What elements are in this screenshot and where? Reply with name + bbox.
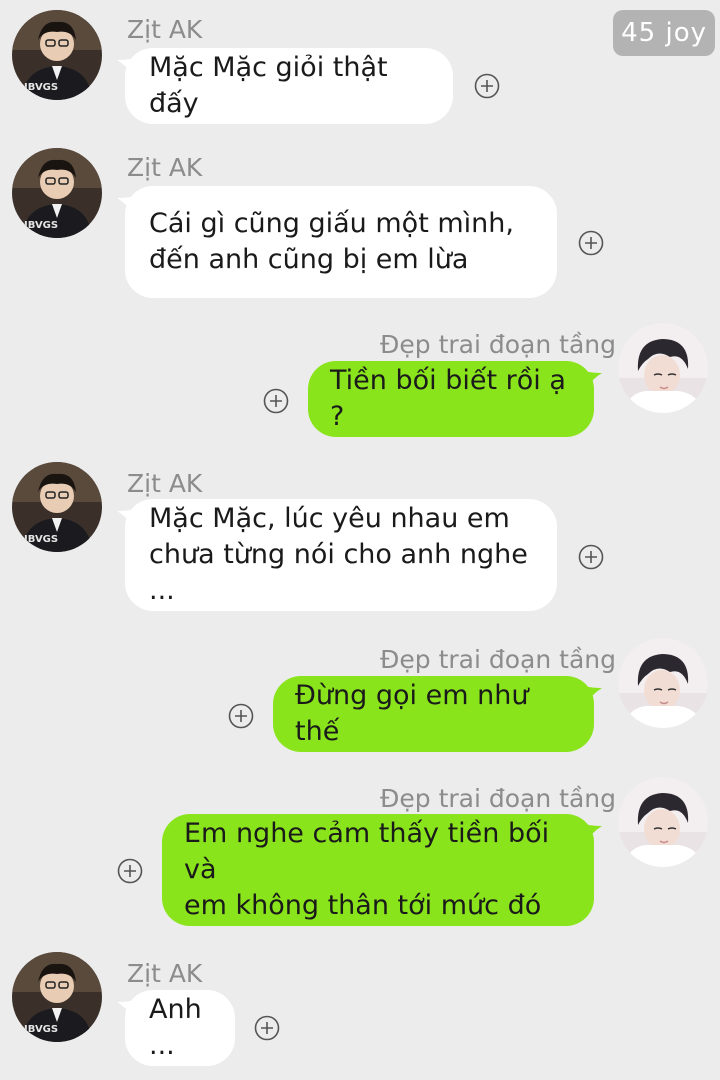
svg-text:IBVGS: IBVGS <box>24 1024 58 1035</box>
sender-avatar[interactable]: IBVGS <box>12 10 102 100</box>
message-text: Tiền bối biết rồi ạ ? <box>330 365 566 432</box>
incoming-message-bubble[interactable]: Mặc Mặc giỏi thật đấy <box>117 48 453 124</box>
bubble-tail <box>117 196 135 216</box>
add-reaction-icon[interactable] <box>117 858 143 884</box>
outgoing-message-bubble[interactable]: Em nghe cảm thấy tiền bối và em không th… <box>162 814 602 926</box>
message-text: Anh ... <box>149 994 202 1061</box>
add-reaction-icon[interactable] <box>578 544 604 570</box>
add-reaction-icon[interactable] <box>228 703 254 729</box>
outgoing-message-bubble[interactable]: Tiền bối biết rồi ạ ? <box>308 361 602 437</box>
sender-name: Zịt AK <box>127 153 203 182</box>
svg-text:IBVGS: IBVGS <box>24 534 58 545</box>
sender-avatar[interactable]: IBVGS <box>12 148 102 238</box>
incoming-message-bubble[interactable]: Anh ... <box>117 990 235 1066</box>
own-avatar[interactable] <box>618 323 708 413</box>
sender-name: Zịt AK <box>127 15 203 44</box>
message-text: Đừng gọi em như thế <box>295 680 529 747</box>
bubble-tail <box>584 371 602 391</box>
add-reaction-icon[interactable] <box>578 230 604 256</box>
sender-name: Zịt AK <box>127 959 203 988</box>
sender-name: Đẹp trai đoạn tầng <box>380 784 616 813</box>
sender-name: Zịt AK <box>127 469 203 498</box>
bubble-tail <box>117 58 135 78</box>
bubble-tail <box>117 509 135 529</box>
sender-name: Đẹp trai đoạn tầng <box>380 330 616 359</box>
message-text: Em nghe cảm thấy tiền bối và em không th… <box>184 818 550 921</box>
own-avatar[interactable] <box>618 638 708 728</box>
message-text: Mặc Mặc giỏi thật đấy <box>149 52 388 119</box>
add-reaction-icon[interactable] <box>474 73 500 99</box>
sender-name: Đẹp trai đoạn tầng <box>380 645 616 674</box>
sender-avatar[interactable]: IBVGS <box>12 462 102 552</box>
sender-avatar[interactable]: IBVGS <box>12 952 102 1042</box>
watermark-badge: 45 joy <box>613 10 715 56</box>
outgoing-message-bubble[interactable]: Đừng gọi em như thế <box>273 676 602 752</box>
message-text: Mặc Mặc, lúc yêu nhau em chưa từng nói c… <box>149 503 528 606</box>
message-text: Cái gì cũng giấu một mình, đến anh cũng … <box>149 208 514 275</box>
add-reaction-icon[interactable] <box>263 388 289 414</box>
bubble-tail <box>584 824 602 844</box>
incoming-message-bubble[interactable]: Cái gì cũng giấu một mình, đến anh cũng … <box>117 186 557 298</box>
own-avatar[interactable] <box>618 777 708 867</box>
svg-text:IBVGS: IBVGS <box>24 82 58 93</box>
add-reaction-icon[interactable] <box>254 1015 280 1041</box>
bubble-tail <box>117 1000 135 1020</box>
incoming-message-bubble[interactable]: Mặc Mặc, lúc yêu nhau em chưa từng nói c… <box>117 499 557 611</box>
svg-text:IBVGS: IBVGS <box>24 220 58 231</box>
chat-screen: 45 joy IBVGS Zịt AK Mặc Mặc giỏi thật đấy I… <box>0 0 720 1080</box>
bubble-tail <box>584 686 602 706</box>
